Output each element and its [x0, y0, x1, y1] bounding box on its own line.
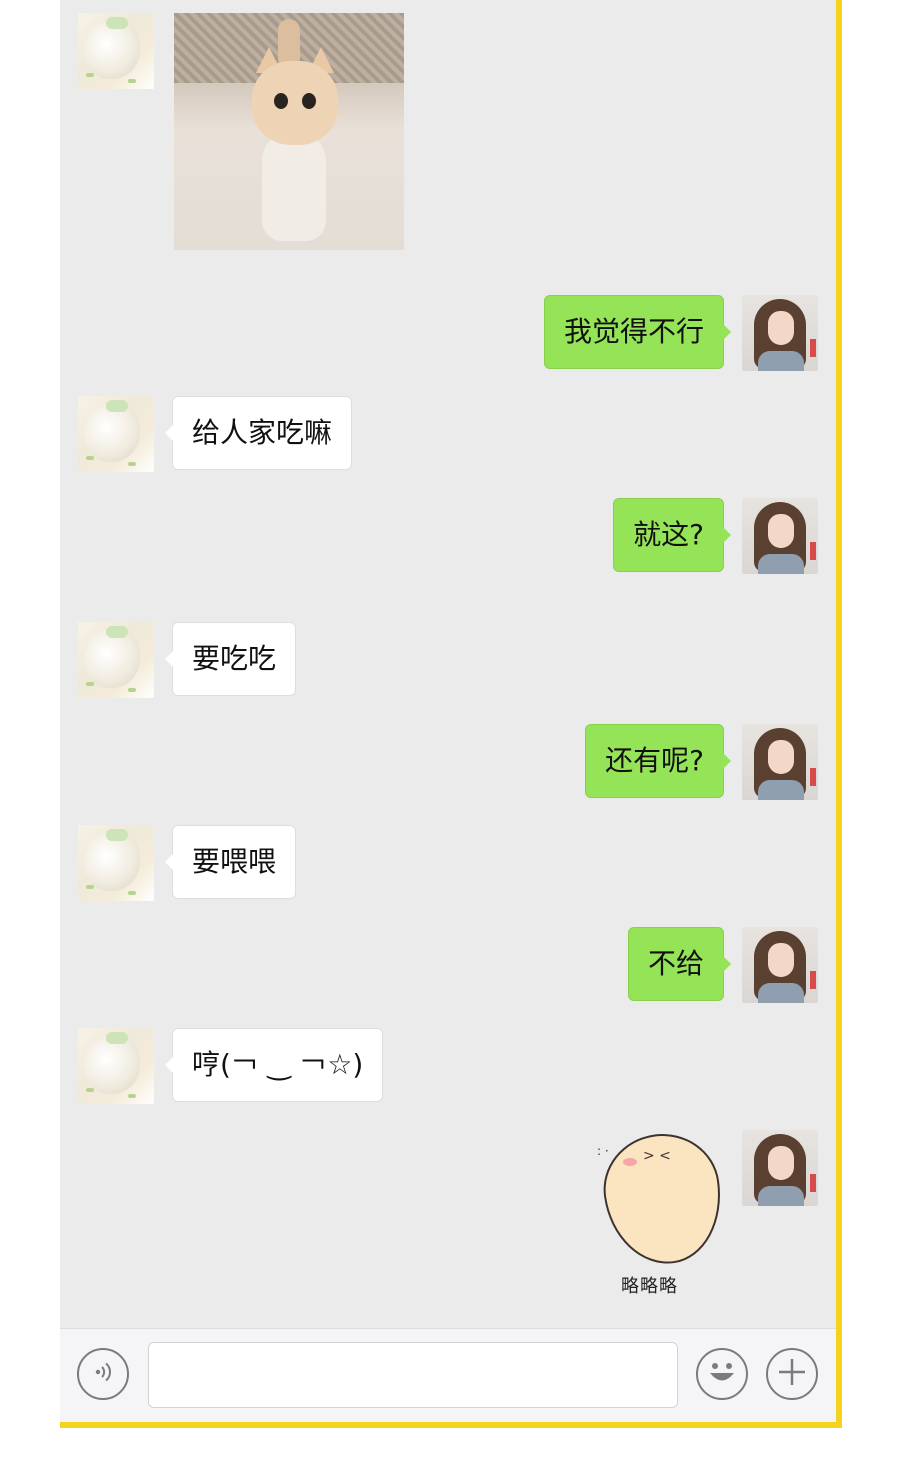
message-input[interactable]	[148, 1342, 678, 1408]
sticker-potato[interactable]: > < : · 略略略	[596, 1126, 730, 1300]
voice-button[interactable]	[77, 1348, 129, 1400]
avatar-self[interactable]	[742, 927, 818, 1003]
message-bubble-other[interactable]: 哼(￢ ‿ ￢☆)	[164, 1028, 384, 1102]
avatar-self[interactable]	[742, 724, 818, 800]
message-bubble-other[interactable]: 要喂喂	[164, 825, 297, 899]
message-bubble-self[interactable]: 不给	[627, 927, 732, 1001]
emoji-icon	[702, 1352, 742, 1396]
message-bubble-other[interactable]: 给人家吃嘛	[164, 396, 353, 470]
avatar-other[interactable]	[78, 825, 154, 901]
cat-photo[interactable]	[174, 13, 404, 250]
emoji-button[interactable]	[696, 1348, 748, 1400]
avatar-other[interactable]	[78, 622, 154, 698]
avatar-self[interactable]	[742, 1130, 818, 1206]
plus-button[interactable]	[766, 1348, 818, 1400]
avatar-self[interactable]	[742, 295, 818, 371]
plus-icon	[776, 1356, 808, 1392]
avatar-other[interactable]	[78, 396, 154, 472]
voice-icon	[90, 1359, 116, 1389]
sticker-caption: 略略略	[621, 1276, 678, 1297]
message-bubble-other[interactable]: 要吃吃	[164, 622, 297, 696]
message-bubble-self[interactable]: 就这?	[613, 498, 731, 572]
message-bubble-self[interactable]: 我觉得不行	[543, 295, 732, 369]
message-bubble-self[interactable]: 还有呢?	[585, 724, 731, 798]
avatar-self[interactable]	[742, 498, 818, 574]
avatar-other[interactable]	[78, 13, 154, 89]
avatar-other[interactable]	[78, 1028, 154, 1104]
